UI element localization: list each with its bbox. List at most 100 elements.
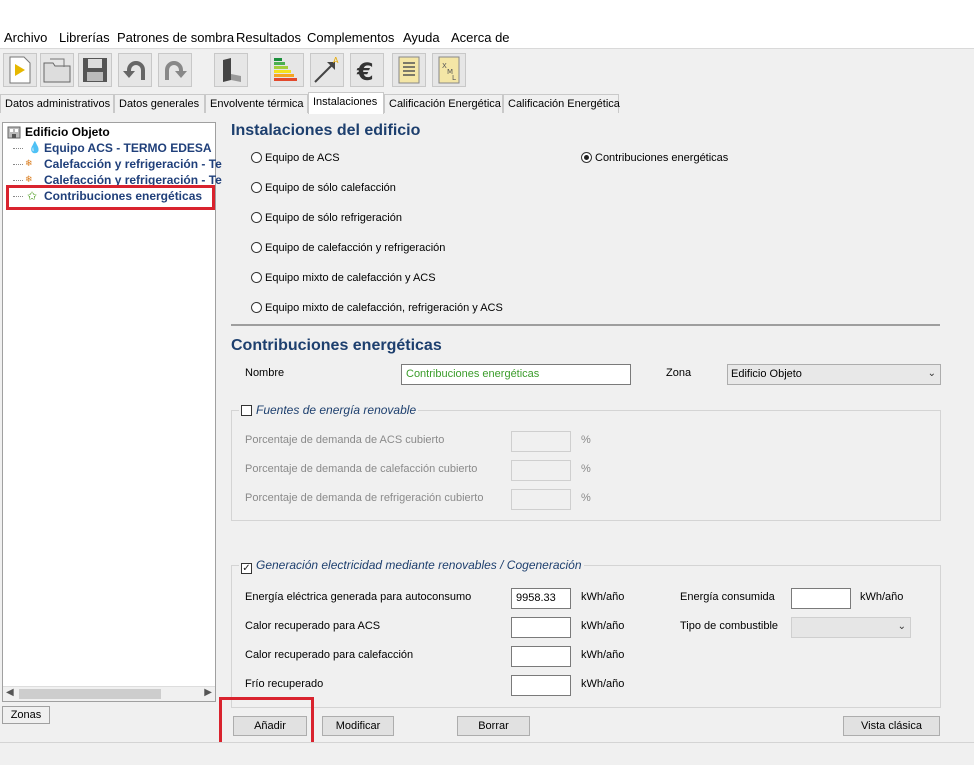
menu-bar: Archivo Librerías Patrones de sombra Res… [0, 0, 974, 48]
porcentaje-acs-input[interactable] [511, 431, 571, 452]
tab-datos-administrativos[interactable]: Datos administrativos [0, 94, 114, 113]
building-tree: Edificio Objeto 💧 Equipo ACS - TERMO EDE… [2, 122, 222, 702]
tab-calificacion-energetica-1[interactable]: Calificación Energética [384, 94, 503, 113]
menu-librerias[interactable]: Librerías [59, 30, 110, 45]
fuentes-renovables-checkbox[interactable] [241, 405, 252, 416]
xml-button[interactable]: XML [432, 53, 466, 87]
undo-icon [123, 61, 145, 80]
zona-select[interactable]: Edificio Objeto ⌄ [727, 364, 941, 385]
energy-rating-button[interactable] [270, 53, 304, 87]
new-file-icon [9, 56, 31, 84]
tree-item-calefaccion-1[interactable]: Calefacción y refrigeración - Te [44, 157, 222, 171]
scroll-left-icon[interactable]: ◀ [6, 687, 14, 698]
frio-recuperado-input[interactable] [511, 675, 571, 696]
redo-icon [165, 61, 187, 80]
radio-calefaccion-refrigeracion[interactable]: Equipo de calefacción y refrigeración [251, 242, 445, 254]
tipo-combustible-select[interactable]: ⌄ [791, 617, 911, 638]
energia-consumida-label: Energía consumida [680, 591, 775, 603]
document-list-icon [398, 56, 420, 84]
euro-button[interactable]: € [350, 53, 384, 87]
tree-item-equipo-acs[interactable]: Equipo ACS - TERMO EDESA [44, 141, 212, 155]
porcentaje-calefaccion-unit: % [581, 463, 591, 475]
heating-cooling-icon: ❄ [25, 174, 33, 184]
energia-generada-label: Energía eléctrica generada para autocons… [245, 591, 472, 603]
energia-generada-unit: kWh/año [581, 591, 625, 603]
modify-button[interactable]: Modificar [322, 716, 394, 736]
radio-solo-calefaccion[interactable]: Equipo de sólo calefacción [251, 182, 396, 194]
radio-solo-refrigeracion[interactable]: Equipo de sólo refrigeración [251, 212, 402, 224]
energia-consumida-input[interactable] [791, 588, 851, 609]
svg-text:L: L [452, 74, 456, 82]
redo-button[interactable] [158, 53, 192, 87]
save-button[interactable] [78, 53, 112, 87]
highlight-box-tree [6, 185, 215, 210]
building-icon [7, 126, 21, 139]
tab-instalaciones[interactable]: Instalaciones [308, 92, 384, 114]
frio-recuperado-unit: kWh/año [581, 678, 625, 690]
radio-equipo-acs[interactable]: Equipo de ACS [251, 152, 340, 164]
nombre-label: Nombre [245, 367, 285, 379]
delete-button[interactable]: Borrar [457, 716, 530, 736]
building-button[interactable] [214, 53, 248, 87]
heating-cooling-icon: ❄ [25, 158, 33, 168]
zona-label: Zona [666, 367, 692, 379]
porcentaje-acs-unit: % [581, 434, 591, 446]
calor-acs-unit: kWh/año [581, 620, 625, 632]
euro-icon: € [356, 58, 374, 86]
tab-datos-generales[interactable]: Datos generales [114, 94, 205, 113]
scrollbar-thumb[interactable] [19, 689, 161, 699]
open-folder-icon [43, 58, 71, 83]
porcentaje-refrigeracion-label: Porcentaje de demanda de refrigeración c… [245, 492, 484, 504]
porcentaje-refrigeracion-input[interactable] [511, 489, 571, 510]
energia-generada-input[interactable]: 9958.33 [511, 588, 571, 609]
report-button[interactable] [392, 53, 426, 87]
open-button[interactable] [40, 53, 74, 87]
tab-calificacion-energetica-2[interactable]: Calificación Energética [503, 94, 620, 113]
nombre-input[interactable]: Contribuciones energéticas [401, 364, 631, 385]
generacion-header[interactable]: ✓ Generación electricidad mediante renova… [239, 558, 584, 574]
xml-file-icon: XML [438, 56, 460, 84]
fuentes-renovables-header[interactable]: Fuentes de energía renovable [239, 403, 419, 417]
radio-contribuciones-energeticas[interactable]: Contribuciones energéticas [581, 152, 728, 164]
radio-mixto-calefaccion-acs[interactable]: Equipo mixto de calefacción y ACS [251, 272, 436, 284]
water-drop-icon: 💧 [28, 142, 42, 154]
menu-complementos[interactable]: Complementos [307, 30, 394, 45]
toolbar: A € XML [0, 48, 974, 93]
menu-patrones-de-sombra[interactable]: Patrones de sombra [117, 30, 234, 45]
svg-text:€: € [356, 58, 374, 86]
energy-rating-icon [274, 58, 297, 81]
radio-mixto-calefaccion-refrigeracion-acs[interactable]: Equipo mixto de calefacción, refrigeraci… [251, 302, 503, 314]
menu-archivo[interactable]: Archivo [4, 30, 47, 45]
svg-text:A: A [333, 56, 339, 65]
porcentaje-acs-label: Porcentaje de demanda de ACS cubierto [245, 434, 445, 446]
classic-view-button[interactable]: Vista clásica [843, 716, 940, 736]
status-bar [0, 742, 974, 765]
menu-acerca-de[interactable]: Acerca de [451, 30, 510, 45]
porcentaje-calefaccion-label: Porcentaje de demanda de calefacción cub… [245, 463, 478, 475]
energia-consumida-unit: kWh/año [860, 591, 904, 603]
porcentaje-calefaccion-input[interactable] [511, 460, 571, 481]
generacion-checkbox[interactable]: ✓ [241, 563, 252, 574]
tree-root[interactable]: Edificio Objeto [25, 125, 110, 139]
undo-button[interactable] [118, 53, 152, 87]
chevron-down-icon: ⌄ [897, 621, 906, 632]
calor-calefaccion-label: Calor recuperado para calefacción [245, 649, 414, 661]
tab-zonas[interactable]: Zonas [2, 706, 50, 724]
menu-ayuda[interactable]: Ayuda [403, 30, 440, 45]
calor-acs-label: Calor recuperado para ACS [245, 620, 381, 632]
calor-calefaccion-input[interactable] [511, 646, 571, 667]
tab-bar: Datos administrativos Datos generales En… [0, 92, 974, 114]
tree-horizontal-scrollbar[interactable]: ◀ ▶ [3, 686, 215, 701]
calor-calefaccion-unit: kWh/año [581, 649, 625, 661]
chart-button[interactable]: A [310, 53, 344, 87]
menu-resultados[interactable]: Resultados [236, 30, 301, 45]
tab-envolvente-termica[interactable]: Envolvente térmica [205, 94, 308, 113]
frio-recuperado-label: Frío recuperado [245, 678, 324, 690]
calor-acs-input[interactable] [511, 617, 571, 638]
building-block-icon [223, 58, 241, 82]
instalaciones-title: Instalaciones del edificio [231, 122, 421, 139]
scroll-right-icon[interactable]: ▶ [204, 687, 212, 698]
section-divider [231, 324, 940, 326]
new-file-button[interactable] [3, 53, 37, 87]
arrow-chart-icon: A [314, 56, 339, 83]
